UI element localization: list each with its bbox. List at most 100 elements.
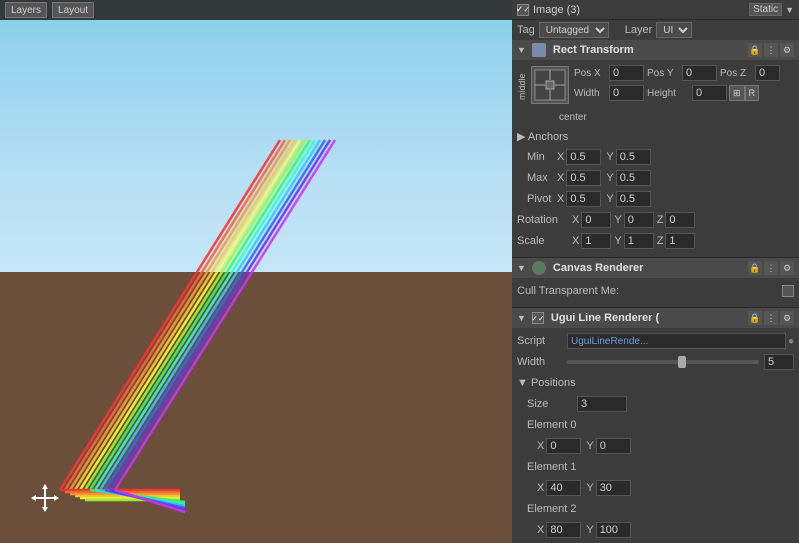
rot-x-input[interactable] bbox=[581, 212, 611, 228]
viewport[interactable]: Layers Layout bbox=[0, 0, 512, 543]
anchor-diagram[interactable] bbox=[531, 66, 569, 104]
el2-x-input[interactable] bbox=[546, 522, 581, 538]
width-input[interactable] bbox=[609, 85, 644, 101]
max-x-label: X bbox=[557, 172, 564, 184]
script-dot: ● bbox=[788, 336, 794, 347]
height-label: Height bbox=[647, 88, 692, 99]
center-label-row: center bbox=[517, 108, 794, 126]
posx-input[interactable] bbox=[609, 65, 644, 81]
canvas-renderer-arrow: ▼ bbox=[517, 263, 526, 273]
scale-z-label: Z bbox=[657, 235, 664, 247]
tag-layer-row: Tag Untagged Layer UI bbox=[512, 20, 799, 40]
rect-transform-icon bbox=[532, 43, 546, 57]
viewport-toolbar: Layers Layout bbox=[0, 0, 512, 20]
canvas-renderer-icon bbox=[532, 261, 546, 275]
cull-checkbox[interactable] bbox=[782, 285, 794, 297]
pivot-y-label: Y bbox=[606, 193, 613, 205]
pos-xyz-group: Pos X Pos Y Pos Z Width Height ⊞ R bbox=[574, 64, 794, 105]
canvas-renderer-actions: 🔒 ⋮ ⚙ bbox=[748, 261, 794, 275]
ugui-settings-btn[interactable]: ⚙ bbox=[780, 311, 794, 325]
rect-transform-section: ▼ Rect Transform 🔒 ⋮ ⚙ middle bbox=[512, 40, 799, 258]
scale-z-input[interactable] bbox=[665, 233, 695, 249]
pos-xyz-row: Pos X Pos Y Pos Z bbox=[574, 64, 794, 82]
rotation-row: Rotation X Y Z bbox=[517, 211, 794, 229]
width-slider[interactable] bbox=[567, 360, 759, 364]
el0-x-input[interactable] bbox=[546, 438, 581, 454]
canvas-menu-btn[interactable]: ⋮ bbox=[764, 261, 778, 275]
layer-label: Layer bbox=[625, 24, 653, 36]
scale-y-input[interactable] bbox=[624, 233, 654, 249]
layers-button[interactable]: Layers bbox=[5, 2, 47, 18]
posx-label: Pos X bbox=[574, 68, 609, 79]
blueprint-btn[interactable]: ⊞ bbox=[729, 85, 745, 101]
scale-y-label: Y bbox=[614, 235, 621, 247]
el1-y-label: Y bbox=[586, 482, 593, 494]
positions-row: ▼ Positions bbox=[517, 374, 794, 392]
min-x-input[interactable] bbox=[566, 149, 601, 165]
rect-transform-title: Rect Transform bbox=[553, 44, 634, 56]
anchors-label: ▶ Anchors bbox=[517, 130, 568, 143]
static-label: Static bbox=[749, 3, 782, 16]
el1-y-input[interactable] bbox=[596, 480, 631, 496]
positions-label: ▼ Positions bbox=[517, 377, 576, 389]
rect-lock-btn[interactable]: 🔒 bbox=[748, 43, 762, 57]
scale-x-input[interactable] bbox=[581, 233, 611, 249]
size-label: Size bbox=[527, 398, 577, 410]
min-x-label: X bbox=[557, 151, 564, 163]
canvas-renderer-header[interactable]: ▼ Canvas Renderer 🔒 ⋮ ⚙ bbox=[512, 258, 799, 278]
image-name: Image (3) bbox=[533, 4, 580, 16]
rot-y-input[interactable] bbox=[624, 212, 654, 228]
pivot-x-input[interactable] bbox=[566, 191, 601, 207]
element2-xy-row: X Y bbox=[537, 521, 794, 539]
position-row: middle Pos X bbox=[517, 64, 794, 105]
rect-transform-actions: 🔒 ⋮ ⚙ bbox=[748, 43, 794, 57]
posy-input[interactable] bbox=[682, 65, 717, 81]
width-value-input[interactable] bbox=[764, 354, 794, 370]
canvas-settings-btn[interactable]: ⚙ bbox=[780, 261, 794, 275]
rot-z-input[interactable] bbox=[665, 212, 695, 228]
min-label: Min bbox=[527, 151, 557, 163]
ugui-enabled-checkbox[interactable]: ✓ bbox=[532, 312, 544, 324]
min-y-input[interactable] bbox=[616, 149, 651, 165]
element1-xy-row: X Y bbox=[537, 479, 794, 497]
active-checkbox[interactable]: ✓ bbox=[517, 4, 529, 16]
tag-dropdown[interactable]: Untagged bbox=[539, 22, 609, 38]
rect-transform-body: middle Pos X bbox=[512, 60, 799, 257]
script-label: Script bbox=[517, 335, 567, 347]
posz-input[interactable] bbox=[755, 65, 780, 81]
ugui-line-renderer-header[interactable]: ▼ ✓ Ugui Line Renderer ( 🔒 ⋮ ⚙ bbox=[512, 308, 799, 328]
layer-dropdown[interactable]: UI bbox=[656, 22, 692, 38]
size-row: Size bbox=[527, 395, 794, 413]
canvas-renderer-body: Cull Transparent Me: bbox=[512, 278, 799, 307]
size-input[interactable] bbox=[577, 396, 627, 412]
width-label-ugui: Width bbox=[517, 356, 567, 368]
ugui-lock-btn[interactable]: 🔒 bbox=[748, 311, 762, 325]
rect-transform-header[interactable]: ▼ Rect Transform 🔒 ⋮ ⚙ bbox=[512, 40, 799, 60]
static-dropdown-arrow[interactable]: ▼ bbox=[785, 5, 794, 15]
tag-label: Tag bbox=[517, 24, 535, 36]
inspector-panel: ✓ Image (3) Static ▼ Tag Untagged Layer … bbox=[512, 0, 799, 543]
rot-z-label: Z bbox=[657, 214, 664, 226]
el1-x-input[interactable] bbox=[546, 480, 581, 496]
max-x-input[interactable] bbox=[566, 170, 601, 186]
rotation-label: Rotation bbox=[517, 214, 572, 226]
rect-menu-btn[interactable]: ⋮ bbox=[764, 43, 778, 57]
height-input[interactable] bbox=[692, 85, 727, 101]
anchors-row: ▶ Anchors bbox=[517, 127, 794, 145]
canvas-renderer-section: ▼ Canvas Renderer 🔒 ⋮ ⚙ Cull Transparent… bbox=[512, 258, 799, 308]
ugui-menu-btn[interactable]: ⋮ bbox=[764, 311, 778, 325]
script-value: UguiLineRende... bbox=[567, 333, 786, 349]
max-y-input[interactable] bbox=[616, 170, 651, 186]
rect-settings-btn[interactable]: ⚙ bbox=[780, 43, 794, 57]
element2-label: Element 2 bbox=[527, 503, 577, 515]
el0-y-input[interactable] bbox=[596, 438, 631, 454]
pivot-y-input[interactable] bbox=[616, 191, 651, 207]
r-btn[interactable]: R bbox=[745, 85, 760, 101]
width-row: Width bbox=[517, 353, 794, 371]
layout-button[interactable]: Layout bbox=[52, 2, 94, 18]
wh-row: Width Height ⊞ R bbox=[574, 84, 794, 102]
el2-y-input[interactable] bbox=[596, 522, 631, 538]
posy-label: Pos Y bbox=[647, 68, 682, 79]
canvas-lock-btn[interactable]: 🔒 bbox=[748, 261, 762, 275]
cull-label: Cull Transparent Me: bbox=[517, 285, 782, 297]
